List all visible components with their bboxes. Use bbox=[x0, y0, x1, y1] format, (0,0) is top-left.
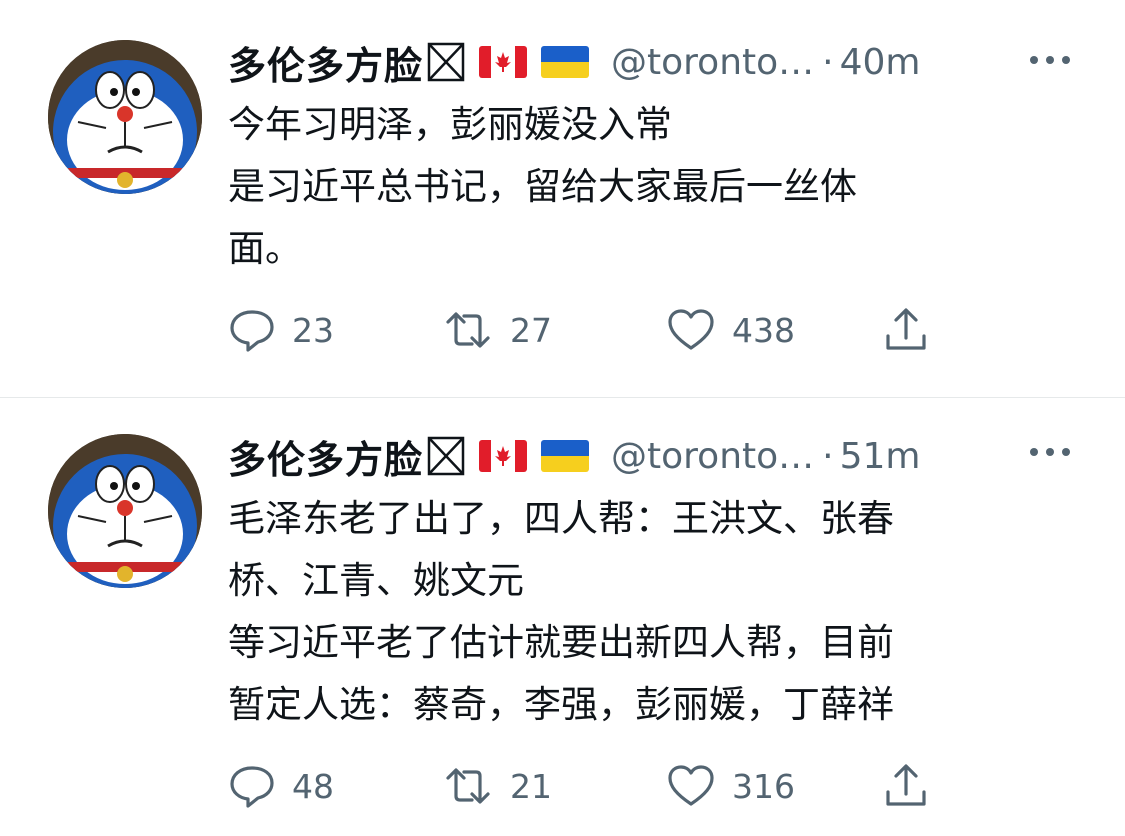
tweet-text: 毛泽东老了出了，四人帮：王洪文、张春 桥、江青、姚文元 等习近平老了估计就要出新… bbox=[228, 488, 1068, 736]
timestamp[interactable]: 51m bbox=[840, 436, 921, 477]
tweet-line: 暂定人选：蔡奇，李强，彭丽媛，丁薛祥 bbox=[228, 683, 894, 726]
ukraine-flag-icon bbox=[541, 46, 590, 78]
tweet[interactable]: 多伦多方脸 @toronto… · 51m 毛泽东老了出了，四人帮：王洪文、张春… bbox=[0, 398, 1125, 836]
tweet-header: 多伦多方脸 @toronto… · 40m bbox=[228, 36, 921, 88]
like-button[interactable]: 316 bbox=[666, 762, 795, 810]
retweet-button[interactable]: 21 bbox=[442, 762, 552, 810]
tweet-line: 等习近平老了估计就要出新四人帮，目前 bbox=[228, 621, 894, 664]
separator-dot: · bbox=[822, 41, 834, 83]
heart-icon bbox=[668, 309, 714, 350]
tweet-line: 桥、江青、姚文元 bbox=[228, 559, 524, 602]
tweet-line: 今年习明泽，彭丽媛没入常 bbox=[228, 103, 672, 146]
user-handle[interactable]: @toronto… bbox=[611, 42, 814, 83]
retweet-icon bbox=[446, 312, 490, 348]
canada-flag-icon bbox=[479, 46, 528, 78]
retweet-icon bbox=[446, 768, 490, 804]
retweet-count: 27 bbox=[510, 310, 552, 350]
like-count: 438 bbox=[732, 310, 795, 350]
retweet-count: 21 bbox=[510, 766, 552, 806]
heart-icon bbox=[668, 765, 714, 806]
tweet-text: 今年习明泽，彭丽媛没入常 是习近平总书记，留给大家最后一丝体 面。 bbox=[228, 94, 1068, 280]
reply-button[interactable]: 48 bbox=[228, 762, 334, 810]
reply-count: 23 bbox=[292, 310, 334, 350]
x-box-icon bbox=[427, 42, 465, 82]
timestamp[interactable]: 40m bbox=[840, 42, 921, 83]
more-options-icon[interactable] bbox=[1028, 50, 1072, 70]
share-button[interactable] bbox=[884, 306, 928, 354]
display-name[interactable]: 多伦多方脸 bbox=[228, 35, 423, 90]
display-name[interactable]: 多伦多方脸 bbox=[228, 429, 423, 484]
tweet[interactable]: 多伦多方脸 @toronto… · 40m 今年习明泽，彭丽媛没入常 是习近平总… bbox=[0, 0, 1125, 397]
reply-icon bbox=[230, 310, 274, 352]
like-count: 316 bbox=[732, 766, 795, 806]
share-icon bbox=[886, 308, 926, 350]
reply-button[interactable]: 23 bbox=[228, 306, 334, 354]
avatar[interactable] bbox=[48, 434, 202, 588]
x-box-icon bbox=[427, 436, 465, 476]
share-button[interactable] bbox=[884, 762, 928, 810]
like-button[interactable]: 438 bbox=[666, 306, 795, 354]
tweet-header: 多伦多方脸 @toronto… · 51m bbox=[228, 430, 921, 482]
tweet-actions: 48 21 316 bbox=[228, 762, 948, 810]
ukraine-flag-icon bbox=[541, 440, 590, 472]
canada-flag-icon bbox=[479, 440, 528, 472]
tweet-line: 面。 bbox=[228, 227, 302, 270]
tweet-line: 是习近平总书记，留给大家最后一丝体 bbox=[228, 165, 857, 208]
avatar[interactable] bbox=[48, 40, 202, 194]
separator-dot: · bbox=[822, 435, 834, 477]
share-icon bbox=[886, 764, 926, 806]
reply-icon bbox=[230, 766, 274, 808]
retweet-button[interactable]: 27 bbox=[442, 306, 552, 354]
tweet-actions: 23 27 438 bbox=[228, 306, 948, 354]
user-handle[interactable]: @toronto… bbox=[611, 436, 814, 477]
reply-count: 48 bbox=[292, 766, 334, 806]
tweet-line: 毛泽东老了出了，四人帮：王洪文、张春 bbox=[228, 497, 894, 540]
more-options-icon[interactable] bbox=[1028, 442, 1072, 462]
